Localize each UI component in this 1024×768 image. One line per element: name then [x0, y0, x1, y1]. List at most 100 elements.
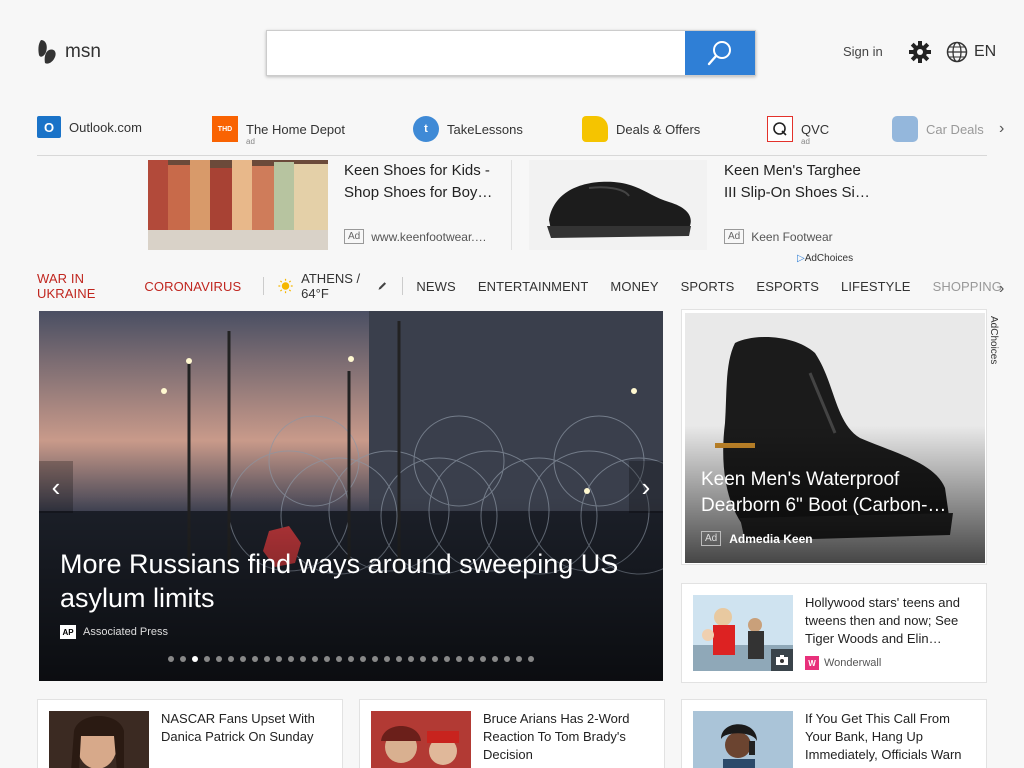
nav-coronavirus[interactable]: CORONAVIRUS: [144, 279, 241, 294]
carousel-dot[interactable]: [192, 656, 198, 662]
adchoices-link[interactable]: ▷AdChoices: [797, 253, 853, 264]
globe-icon: [946, 41, 968, 63]
carousel-dot[interactable]: [216, 656, 222, 662]
ad-image-boots: [148, 160, 328, 250]
hero-source[interactable]: AP Associated Press: [60, 625, 168, 639]
quick-link-label: QVC: [801, 121, 830, 137]
carousel-dot[interactable]: [168, 656, 174, 662]
news-card[interactable]: Bruce Arians Has 2-Word Reaction To Tom …: [359, 699, 665, 768]
nav-war-in-ukraine[interactable]: WAR IN UKRAINE: [37, 271, 122, 301]
carousel-dot[interactable]: [480, 656, 486, 662]
news-card[interactable]: If You Get This Call From Your Bank, Han…: [681, 699, 987, 768]
carousel-dot[interactable]: [288, 656, 294, 662]
quick-link-ad-label: ad: [801, 137, 810, 146]
language-selector[interactable]: EN: [946, 41, 996, 63]
carousel-dot[interactable]: [336, 656, 342, 662]
quick-link-car-deals[interactable]: Car Deals: [892, 116, 984, 142]
nav-news[interactable]: NEWS: [416, 279, 455, 294]
weather-label: ATHENS / 64°F: [301, 271, 361, 301]
ad-source: www.keenfootwear.…: [371, 229, 487, 244]
carousel-dot[interactable]: [324, 656, 330, 662]
side-adchoices-label: AdChoices: [988, 316, 999, 365]
carousel-dot[interactable]: [204, 656, 210, 662]
nav-separator: [263, 277, 265, 295]
sun-icon: [278, 278, 293, 294]
carousel-dot[interactable]: [372, 656, 378, 662]
search-button[interactable]: [685, 31, 755, 75]
nav-entertainment[interactable]: ENTERTAINMENT: [478, 279, 589, 294]
carousel-dot[interactable]: [456, 656, 462, 662]
carousel-dot[interactable]: [228, 656, 234, 662]
carousel-dot[interactable]: [528, 656, 534, 662]
qvc-icon: [767, 116, 793, 142]
nav-money[interactable]: MONEY: [610, 279, 658, 294]
ad-keen-targhee[interactable]: Keen Men's Targhee III Slip-On Shoes Si……: [529, 160, 879, 252]
carousel-dot[interactable]: [312, 656, 318, 662]
news-thumbnail: [693, 711, 793, 768]
carousel-dot[interactable]: [408, 656, 414, 662]
carousel-dot[interactable]: [252, 656, 258, 662]
news-source-label: Wonderwall: [824, 657, 882, 669]
carousel-dot[interactable]: [240, 656, 246, 662]
quick-link-home-depot[interactable]: THD The Home Depot ad: [212, 116, 345, 146]
sign-in-link[interactable]: Sign in: [843, 44, 883, 59]
ad-source: Keen Footwear: [751, 229, 833, 244]
ad-keen-kids[interactable]: Keen Shoes for Kids - Shop Shoes for Boy…: [148, 160, 498, 252]
home-depot-icon: THD: [212, 116, 238, 142]
nav-next-arrow[interactable]: ›: [999, 280, 1004, 298]
gear-icon[interactable]: [908, 40, 932, 64]
news-card[interactable]: NASCAR Fans Upset With Danica Patrick On…: [37, 699, 343, 768]
carousel-dot[interactable]: [468, 656, 474, 662]
carousel-dot[interactable]: [516, 656, 522, 662]
carousel-dot[interactable]: [180, 656, 186, 662]
nav-sports[interactable]: SPORTS: [681, 279, 735, 294]
boot-ad-title: Keen Men's Waterproof Dearborn 6" Boot (…: [701, 469, 947, 516]
carousel-dot[interactable]: [396, 656, 402, 662]
nav-weather[interactable]: ATHENS / 64°F: [278, 271, 388, 301]
carousel-dot[interactable]: [276, 656, 282, 662]
quick-link-outlook[interactable]: O Outlook.com: [37, 116, 142, 138]
carousel-dot[interactable]: [384, 656, 390, 662]
ad-image-shoe: [529, 160, 707, 250]
carousel-dot[interactable]: [504, 656, 510, 662]
outlook-icon: O: [37, 116, 61, 138]
quick-links-next-arrow[interactable]: ›: [999, 120, 1004, 138]
carousel-dot[interactable]: [420, 656, 426, 662]
hero-prev-arrow[interactable]: ‹: [39, 461, 73, 513]
side-adchoices-link[interactable]: AdChoices: [988, 316, 999, 364]
carousel-dot[interactable]: [360, 656, 366, 662]
ad-title-line: Shop Shoes for Boy…: [344, 184, 493, 201]
pencil-icon[interactable]: [377, 279, 388, 293]
news-card[interactable]: Hollywood stars' teens and tweens then a…: [681, 583, 987, 683]
search-input[interactable]: [267, 31, 685, 75]
car-icon: [892, 116, 918, 142]
camera-icon: [771, 649, 793, 671]
carousel-dot[interactable]: [492, 656, 498, 662]
carousel-dot[interactable]: [264, 656, 270, 662]
quick-link-label: Deals & Offers: [616, 121, 701, 137]
msn-logo[interactable]: msn: [37, 38, 101, 66]
carousel-dot[interactable]: [444, 656, 450, 662]
adchoices-label: AdChoices: [804, 253, 854, 264]
nav-shopping[interactable]: SHOPPING: [933, 279, 1002, 294]
quick-link-deals[interactable]: Deals & Offers: [582, 116, 700, 142]
ad-keen-boot[interactable]: Keen Men's Waterproof Dearborn 6" Boot (…: [681, 309, 987, 565]
logo-text: msn: [65, 41, 101, 62]
quick-link-label: TakeLessons: [447, 121, 523, 137]
carousel-dot[interactable]: [348, 656, 354, 662]
boot-ad-meta: Ad Admedia Keen: [701, 531, 813, 546]
msn-butterfly-icon: [38, 40, 56, 64]
carousel-dots: [168, 656, 534, 662]
quick-link-takelessons[interactable]: t TakeLessons: [413, 116, 523, 142]
news-title: Hollywood stars' teens and tweens then a…: [805, 595, 960, 646]
hero-carousel[interactable]: ‹ › More Russians find ways around sweep…: [39, 311, 663, 681]
nav-lifestyle[interactable]: LIFESTYLE: [841, 279, 911, 294]
nav-esports[interactable]: ESPORTS: [756, 279, 819, 294]
ad-badge: Ad: [701, 531, 722, 546]
quick-link-qvc[interactable]: QVC ad: [767, 116, 830, 146]
hero-next-arrow[interactable]: ›: [629, 461, 663, 513]
hero-source-label: Associated Press: [83, 626, 168, 638]
carousel-dot[interactable]: [300, 656, 306, 662]
carousel-dot[interactable]: [432, 656, 438, 662]
hero-headline[interactable]: More Russians find ways around sweeping …: [60, 547, 640, 615]
